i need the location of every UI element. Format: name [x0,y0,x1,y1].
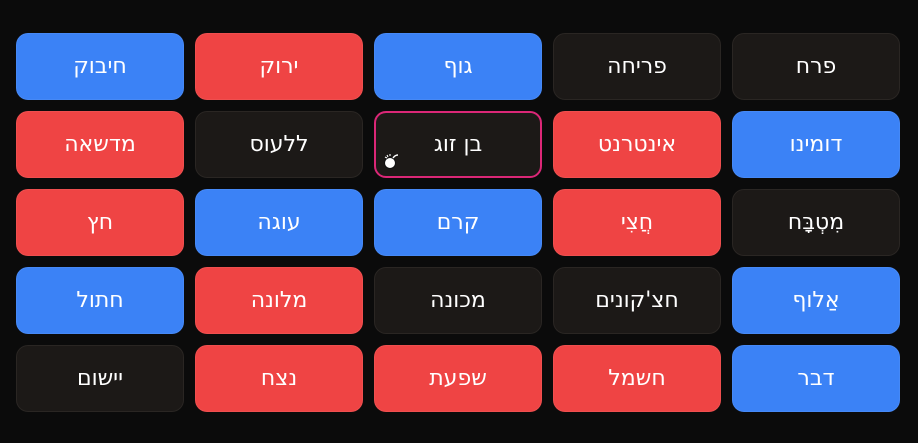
word-label: מִטְבָּח [787,210,845,235]
word-tile[interactable]: חשמל [553,345,721,412]
bomb-icon [384,154,399,169]
word-tile[interactable]: חֲצִי [553,189,721,256]
word-tile[interactable]: מלונה [195,267,363,334]
word-label: עוגה [257,210,301,235]
word-tile[interactable]: חיבוק [16,33,184,100]
word-label: חץ [86,210,114,235]
word-label: דבר [797,366,835,391]
word-tile[interactable]: אינטרנט [553,111,721,178]
word-label: קרם [436,210,480,235]
word-tile[interactable]: חץ [16,189,184,256]
word-tile[interactable]: ללעוס [195,111,363,178]
word-tile[interactable]: מִטְבָּח [732,189,900,256]
game-board: פרח פריחה גוף ירוק חיבוק דומינו אינטרנט בן זוג ל… [0,0,918,443]
word-tile[interactable]: עוגה [195,189,363,256]
word-label: פרח [795,54,837,79]
word-tile[interactable]: מדשאה [16,111,184,178]
word-label: נצח [260,366,298,391]
word-label: ללעוס [249,132,309,157]
word-tile[interactable]: יישום [16,345,184,412]
word-tile[interactable]: בן זוג [374,111,542,178]
word-tile[interactable]: דומינו [732,111,900,178]
word-grid: פרח פריחה גוף ירוק חיבוק דומינו אינטרנט בן זוג ל… [16,33,900,412]
word-label: דומינו [789,132,843,157]
word-label: חיבוק [73,54,127,79]
word-label: מלונה [250,288,308,313]
word-tile[interactable]: חתול [16,267,184,334]
word-tile[interactable]: קרם [374,189,542,256]
word-tile[interactable]: אַלוף [732,267,900,334]
word-tile[interactable]: פרח [732,33,900,100]
word-tile[interactable]: מכונה [374,267,542,334]
word-label: חתול [76,288,124,313]
word-label: חצ'קונים [595,288,679,313]
word-label: בן זוג [433,132,483,157]
word-tile[interactable]: גוף [374,33,542,100]
word-label: חשמל [608,366,666,391]
word-label: אַלוף [792,288,840,313]
word-label: שפעת [429,366,487,391]
word-tile[interactable]: דבר [732,345,900,412]
word-label: גוף [443,54,473,79]
word-tile[interactable]: נצח [195,345,363,412]
word-label: חֲצִי [620,210,654,235]
word-tile[interactable]: פריחה [553,33,721,100]
word-label: פריחה [607,54,667,79]
word-label: מכונה [430,288,486,313]
word-label: אינטרנט [597,132,677,157]
word-tile[interactable]: ירוק [195,33,363,100]
word-label: מדשאה [64,132,136,157]
word-tile[interactable]: חצ'קונים [553,267,721,334]
word-label: ירוק [259,54,299,79]
word-tile[interactable]: שפעת [374,345,542,412]
word-label: יישום [76,366,124,391]
